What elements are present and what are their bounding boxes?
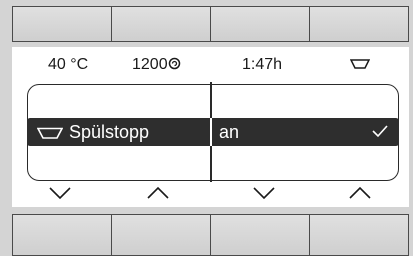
status-bar: 40 °C 1200 1:47h [12, 47, 409, 77]
arrow-up-icon[interactable] [348, 185, 372, 201]
arrow-down-icon[interactable] [48, 185, 72, 201]
checkmark-icon [372, 125, 388, 138]
row-separator [210, 118, 212, 146]
softkey-top-2[interactable] [112, 6, 211, 42]
menu-item-spuelstopp[interactable]: Spülstopp an [27, 118, 399, 146]
softkey-bottom-2[interactable] [112, 214, 211, 256]
display-screen: 40 °C 1200 1:47h Spülstopp an [12, 47, 409, 207]
navigation-arrows [12, 181, 409, 207]
menu-item-name: Spülstopp [37, 122, 149, 143]
remaining-time: 1:47h [242, 56, 283, 73]
temperature-value: 40 °C [48, 56, 89, 73]
bottom-softkeys [12, 214, 409, 256]
basin-icon [37, 127, 63, 139]
softkey-top-1[interactable] [12, 6, 112, 42]
arrow-down-icon[interactable] [252, 185, 276, 201]
softkey-top-4[interactable] [310, 6, 409, 42]
spin-icon [168, 57, 180, 70]
basin-icon [350, 59, 370, 69]
softkey-top-3[interactable] [211, 6, 310, 42]
menu-item-value: an [219, 122, 240, 142]
spin-speed-value: 1200 [132, 56, 168, 73]
arrow-up-icon[interactable] [146, 185, 170, 201]
softkey-bottom-3[interactable] [211, 214, 310, 256]
top-softkeys [12, 6, 409, 42]
spin-speed: 1200 [132, 56, 181, 74]
menu-item-label: Spülstopp [69, 122, 150, 142]
softkey-bottom-1[interactable] [12, 214, 112, 256]
softkey-bottom-4[interactable] [310, 214, 409, 256]
device-frame: 40 °C 1200 1:47h Spülstopp an [0, 0, 413, 256]
